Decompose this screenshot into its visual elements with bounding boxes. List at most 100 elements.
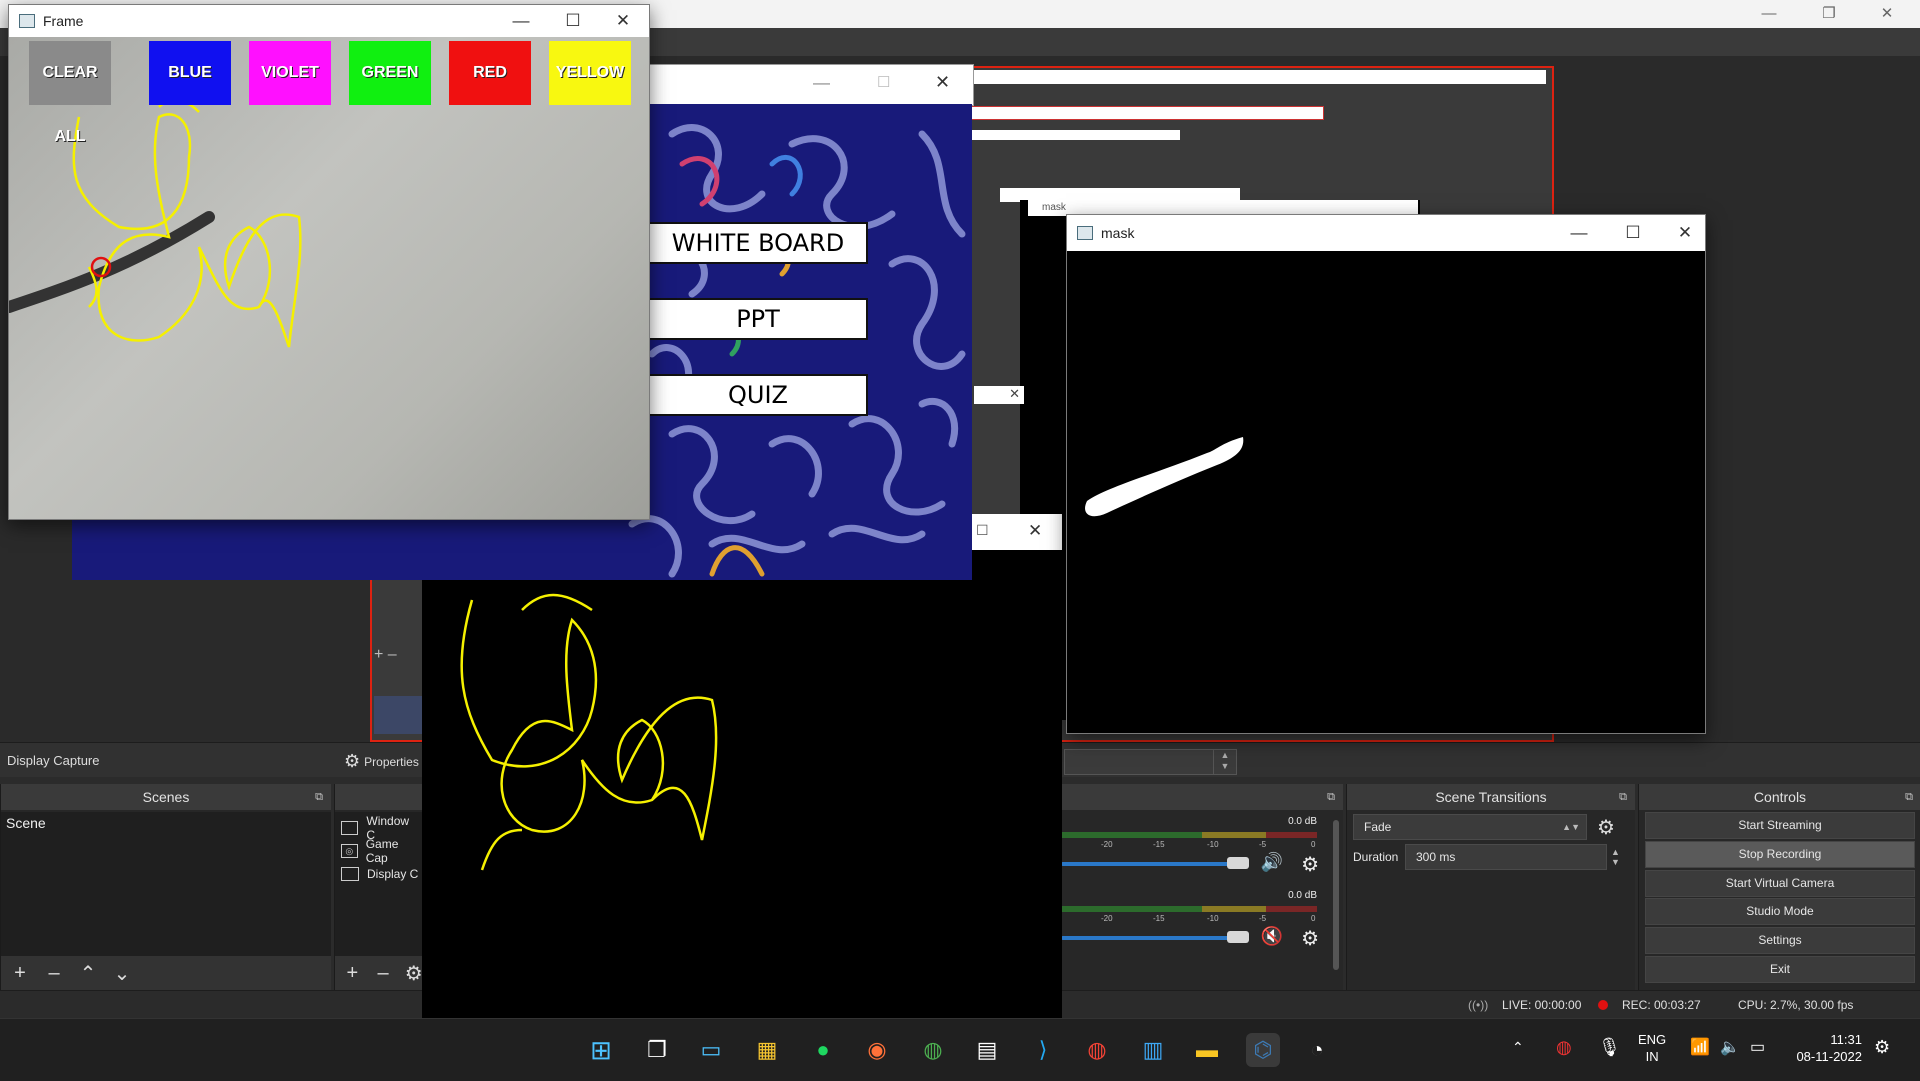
obs-icon[interactable]: ◔ — [1300, 1033, 1334, 1067]
source-combo[interactable] — [1064, 749, 1214, 775]
minimize-icon[interactable]: — — [1746, 3, 1792, 25]
spin-arrows-icon[interactable]: ▲ ▼ — [1611, 847, 1620, 867]
gear-icon[interactable]: ⚙ — [1301, 852, 1319, 877]
remove-icon[interactable]: – — [41, 962, 67, 985]
close-icon[interactable]: ✕ — [935, 72, 950, 93]
white-board-button[interactable]: WHITE BOARD — [648, 222, 868, 264]
gear-icon[interactable]: ⚙ — [1597, 815, 1615, 840]
red-button[interactable]: RED — [449, 41, 531, 105]
windows-start-icon[interactable]: ⊞ — [584, 1033, 618, 1067]
mask-window: mask — ☐ ✕ — [1066, 214, 1706, 734]
audio-mixer-dock: ⧉ 0.0 dB -20 -15 -10 -5 0 🔊 ⚙ 0.0 dB -20… — [1060, 784, 1343, 990]
taskbar: ⊞ ❐ ▭ ▦ ● ◉ ◍ ▤ ⟩ ◍ ▥ ▬ ⌬ ◔ ⌃ ◍ 🎙 ENG IN… — [0, 1018, 1920, 1081]
settings-button[interactable]: Settings — [1645, 927, 1915, 954]
volume-slider[interactable] — [1061, 862, 1233, 866]
notepad-icon[interactable]: ▥ — [1136, 1033, 1170, 1067]
properties-button[interactable]: ⚙ Properties — [344, 751, 419, 772]
add-icon[interactable]: + — [341, 962, 364, 985]
exit-button[interactable]: Exit — [1645, 956, 1915, 983]
chrome-icon[interactable]: ◍ — [916, 1033, 950, 1067]
minimize-icon[interactable]: — — [501, 9, 541, 33]
add-icon[interactable]: + — [7, 962, 33, 985]
store-icon[interactable]: ▦ — [750, 1033, 784, 1067]
spotify-icon[interactable]: ● — [806, 1033, 840, 1067]
green-button[interactable]: GREEN — [349, 41, 431, 105]
mixer-scrollbar[interactable] — [1333, 820, 1339, 970]
clock[interactable]: 11:31 08-11-2022 — [1790, 1031, 1862, 1065]
stop-recording-button[interactable]: Stop Recording — [1645, 841, 1915, 868]
gear-icon[interactable]: ⚙ — [1301, 926, 1319, 951]
spin-arrows-icon: ▲▼ — [1562, 822, 1580, 832]
tray-app-icon[interactable]: ◍ — [1556, 1037, 1572, 1058]
remove-icon[interactable]: – — [372, 962, 395, 985]
language-indicator[interactable]: ENG IN — [1638, 1031, 1666, 1065]
volume-slider[interactable] — [1061, 936, 1233, 940]
vscode-icon[interactable]: ⟩ — [1026, 1033, 1060, 1067]
nested-window-bar — [960, 70, 1546, 84]
close-icon[interactable]: ✕ — [1665, 221, 1705, 245]
close-icon[interactable]: ✕ — [1028, 521, 1042, 541]
mixer-channel-1: 0.0 dB -20 -15 -10 -5 0 🔊 ⚙ — [1061, 812, 1343, 882]
up-icon[interactable]: ⌃ — [75, 961, 101, 986]
gear-icon: ⚙ — [344, 751, 361, 771]
volume-meter — [1061, 906, 1317, 912]
camera-feed: CLEAR ALL BLUE VIOLET GREEN RED YELLOW — [9, 37, 649, 519]
volume-icon[interactable]: 🔈 — [1720, 1037, 1740, 1057]
chrome-profile-icon[interactable]: ◍ — [1080, 1033, 1114, 1067]
close-icon[interactable]: ✕ — [1864, 3, 1910, 25]
minimize-icon[interactable]: — — [1559, 221, 1599, 245]
firefox-icon[interactable]: ◉ — [860, 1033, 894, 1067]
popout-icon[interactable]: ⧉ — [1327, 784, 1335, 810]
start-virtual-camera-button[interactable]: Start Virtual Camera — [1645, 870, 1915, 897]
battery-icon[interactable]: ▭ — [1750, 1037, 1765, 1057]
quiz-button[interactable]: QUIZ — [648, 374, 868, 416]
popout-icon[interactable]: ⧉ — [315, 784, 323, 810]
show-hidden-icons-icon[interactable]: ⌃ — [1512, 1039, 1524, 1056]
blue-button[interactable]: BLUE — [149, 41, 231, 105]
spin-arrows-icon[interactable]: ▲ ▼ — [1213, 749, 1237, 775]
speaker-icon[interactable]: 🔊 — [1261, 852, 1283, 873]
studio-mode-button[interactable]: Studio Mode — [1645, 898, 1915, 925]
volume-slider-handle[interactable] — [1227, 857, 1249, 869]
task-view-icon[interactable]: ❐ — [640, 1033, 674, 1067]
volume-slider-handle[interactable] — [1227, 931, 1249, 943]
close-icon[interactable]: ✕ — [603, 9, 643, 33]
mask-canvas — [1067, 251, 1705, 733]
maximize-icon[interactable]: ☐ — [1613, 221, 1653, 245]
camera-overlay — [9, 98, 302, 348]
source-label: Display Capture — [7, 753, 100, 768]
clock-date: 08-11-2022 — [1796, 1049, 1862, 1064]
start-streaming-button[interactable]: Start Streaming — [1645, 812, 1915, 839]
yellow-button[interactable]: YELLOW — [549, 41, 631, 105]
mixer-channel-2: 0.0 dB -20 -15 -10 -5 0 🔇 ⚙ — [1061, 886, 1343, 956]
clear-all-button[interactable]: CLEAR ALL — [29, 41, 111, 145]
file-explorer-icon[interactable]: ▬ — [1190, 1033, 1224, 1067]
maximize-icon[interactable]: ☐ — [877, 73, 890, 91]
monitor-icon — [341, 866, 359, 881]
meter-ticks: -20 -15 -10 -5 0 — [1101, 914, 1316, 923]
live-icon: ((•)) — [1468, 998, 1489, 1012]
restore-icon[interactable]: ❐ — [1806, 3, 1852, 25]
source-display-capture[interactable]: Display C — [335, 862, 425, 885]
wifi-icon[interactable]: 📶 — [1690, 1037, 1710, 1057]
microphone-icon[interactable]: 🎙 — [1598, 1037, 1621, 1058]
minimize-icon[interactable]: — — [813, 73, 830, 93]
popout-icon[interactable]: ⧉ — [1905, 784, 1913, 810]
popout-icon[interactable]: ⧉ — [1619, 784, 1627, 810]
down-icon[interactable]: ⌄ — [109, 961, 135, 986]
maximize-icon[interactable]: ☐ — [553, 9, 593, 33]
transition-select[interactable]: Fade ▲▼ — [1353, 814, 1587, 840]
maximize-icon[interactable]: ☐ — [976, 522, 989, 539]
terminal-icon[interactable]: ▤ — [970, 1033, 1004, 1067]
muted-speaker-icon[interactable]: 🔇 — [1261, 926, 1283, 947]
violet-button[interactable]: VIOLET — [249, 41, 331, 105]
desktop-icon[interactable]: ▭ — [694, 1033, 728, 1067]
source-game-capture[interactable]: ◎ Game Cap — [335, 837, 425, 865]
scene-item[interactable]: Scene — [1, 812, 331, 834]
db-readout: 0.0 dB — [1288, 816, 1317, 827]
controls-title: Controls — [1753, 789, 1807, 805]
ppt-button[interactable]: PPT — [648, 298, 868, 340]
notifications-icon[interactable]: ⚙ — [1874, 1037, 1890, 1058]
duration-input[interactable]: 300 ms — [1405, 844, 1607, 870]
python-icon[interactable]: ⌬ — [1246, 1033, 1280, 1067]
